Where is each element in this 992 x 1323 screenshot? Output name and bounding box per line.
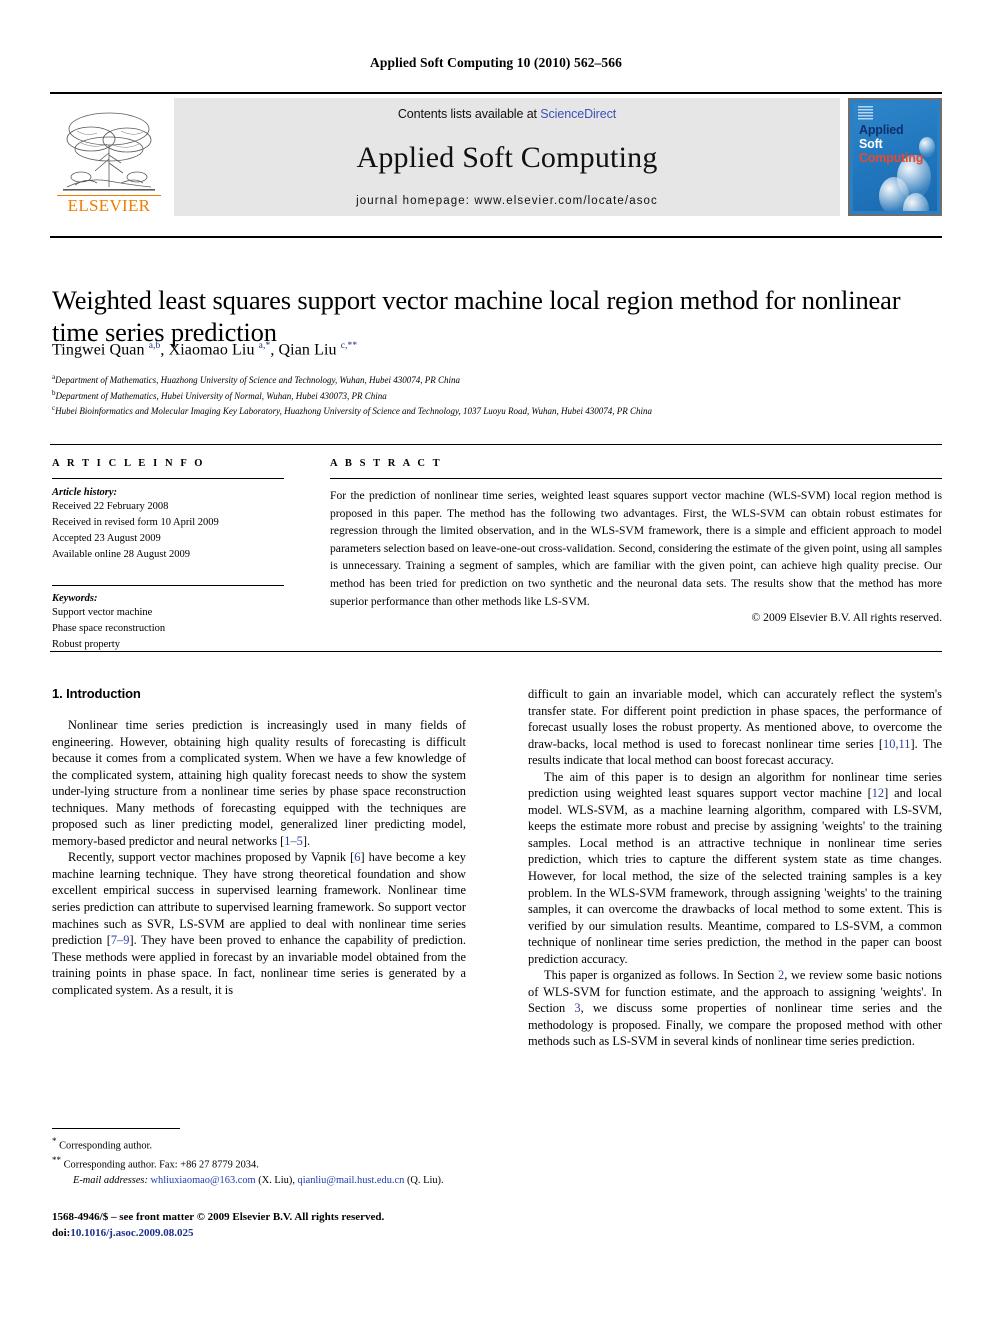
- keywords-rule: [52, 584, 284, 586]
- affiliation-text: Hubei Bioinformatics and Molecular Imagi…: [55, 406, 652, 417]
- abstract-rule: [330, 478, 942, 479]
- section-link[interactable]: 3: [574, 1001, 580, 1015]
- footnote-mark: *: [52, 1136, 57, 1146]
- running-head: Applied Soft Computing 10 (2010) 562–566: [370, 55, 622, 70]
- citation-link[interactable]: 1–5: [284, 834, 303, 848]
- elsevier-tree-icon: [61, 109, 157, 195]
- article-history-label: Article history:: [52, 487, 118, 498]
- footnote-rule: [52, 1128, 180, 1129]
- journal-masthead: Contents lists available at ScienceDirec…: [174, 98, 840, 216]
- sciencedirect-link[interactable]: ScienceDirect: [540, 107, 616, 121]
- article-history-item: Received in revised form 10 April 2009: [52, 516, 219, 528]
- cover-bubble-decoration: [903, 193, 929, 211]
- info-block-top-rule: [50, 444, 942, 445]
- body-paragraph: Nonlinear time series prediction is incr…: [52, 718, 466, 848]
- info-block-bottom-rule: [50, 651, 942, 652]
- article-info-rule: [52, 478, 284, 479]
- affiliation-item: aDepartment of Mathematics, Huazhong Uni…: [52, 372, 942, 388]
- body-paragraph: This paper is organized as follows. In S…: [528, 968, 942, 1049]
- affiliation-text: Department of Mathematics, Huazhong Univ…: [55, 375, 460, 385]
- elsevier-wordmark: ELSEVIER: [57, 195, 161, 214]
- journal-header-band: ELSEVIER Contents lists available at Sci…: [50, 92, 942, 216]
- email-link-2[interactable]: qianliu@mail.hust.edu.cn: [298, 1175, 405, 1186]
- article-info-heading: A R T I C L E I N F O: [52, 458, 206, 469]
- email-label: E-mail addresses:: [73, 1175, 148, 1187]
- affiliation-item: bDepartment of Mathematics, Hubei Univer…: [52, 388, 942, 404]
- elsevier-mark-icon: [858, 106, 873, 120]
- article-info-column: A R T I C L E I N F O Article history: R…: [52, 458, 284, 653]
- doi-link[interactable]: 10.1016/j.asoc.2009.08.025: [70, 1227, 193, 1239]
- article-history-item: Accepted 23 August 2009: [52, 532, 161, 544]
- body-column-right: difficult to gain an invariable model, w…: [528, 686, 942, 1050]
- footnote-mark: **: [52, 1155, 61, 1166]
- affiliation-text: Department of Mathematics, Hubei Univers…: [55, 390, 387, 401]
- email-link-1[interactable]: whliuxiaomao@163.com: [151, 1175, 256, 1186]
- author-list: Tingwei Quan a,b, Xiaomao Liu a,*, Qian …: [52, 341, 358, 359]
- footnote-corresponding-author-1: * Corresponding author.: [52, 1135, 466, 1154]
- cover-word-computing: Computing: [859, 151, 924, 165]
- elsevier-logo: ELSEVIER: [50, 98, 168, 216]
- cover-word-soft: Soft: [859, 137, 883, 151]
- journal-cover-thumbnail: Applied Soft Computing: [848, 98, 942, 216]
- body-paragraph: difficult to gain an invariable model, w…: [528, 687, 942, 768]
- section-heading-introduction: 1. Introduction: [52, 686, 141, 701]
- contents-prefix: Contents lists available at: [397, 107, 541, 121]
- citation-link[interactable]: 6: [354, 850, 360, 864]
- doi-line: doi:10.1016/j.asoc.2009.08.025: [52, 1226, 482, 1242]
- abstract-column: A B S T R A C T For the prediction of no…: [330, 458, 942, 624]
- keywords-label: Keywords:: [52, 592, 98, 604]
- body-paragraph: The aim of this paper is to design an al…: [528, 769, 942, 966]
- cover-word-applied: Applied: [859, 123, 904, 137]
- affiliation-list: aDepartment of Mathematics, Huazhong Uni…: [52, 372, 942, 419]
- journal-homepage-link[interactable]: journal homepage: www.elsevier.com/locat…: [356, 195, 658, 207]
- contents-available-line: Contents lists available at ScienceDirec…: [398, 107, 616, 121]
- email-person-1: (X. Liu): [258, 1175, 293, 1187]
- footnote-corresponding-author-2: ** Corresponding author. Fax: +86 27 877…: [52, 1154, 466, 1173]
- keyword-item: Phase space reconstruction: [52, 622, 166, 634]
- email-person-2: (Q. Liu).: [406, 1175, 444, 1187]
- footnote-block: * Corresponding author. ** Corresponding…: [52, 1128, 466, 1189]
- footnote-text: Corresponding author. Fax: +86 27 8779 2…: [63, 1159, 259, 1171]
- article-history-item: Received 22 February 2008: [52, 501, 169, 512]
- imprint-line: 1568-4946/$ – see front matter © 2009 El…: [52, 1211, 385, 1223]
- abstract-text: For the prediction of nonlinear time ser…: [330, 489, 942, 608]
- paper-page: Applied Soft Computing 10 (2010) 562–566: [0, 0, 992, 1323]
- citation-link[interactable]: 7–9: [111, 933, 130, 947]
- imprint-block: 1568-4946/$ – see front matter © 2009 El…: [52, 1210, 482, 1241]
- affiliation-item: cHubei Bioinformatics and Molecular Imag…: [52, 403, 942, 419]
- abstract-heading: A B S T R A C T: [330, 458, 443, 469]
- citation-link[interactable]: 10,11: [883, 737, 910, 751]
- body-paragraph: Recently, support vector machines propos…: [52, 850, 466, 997]
- keyword-item: Support vector machine: [52, 606, 153, 618]
- abstract-copyright: © 2009 Elsevier B.V. All rights reserved…: [751, 611, 942, 625]
- footnote-text: Corresponding author.: [59, 1140, 153, 1152]
- footnote-emails: E-mail addresses: whliuxiaomao@163.com (…: [73, 1175, 444, 1187]
- section-link[interactable]: 2: [778, 968, 784, 982]
- page-title: Weighted least squares support vector ma…: [52, 284, 901, 348]
- doi-label: doi:: [52, 1226, 71, 1239]
- header-bottom-rule: [50, 236, 942, 238]
- citation-link[interactable]: 12: [872, 786, 884, 800]
- journal-title: Applied Soft Computing: [356, 141, 658, 174]
- body-column-left: 1. Introduction Nonlinear time series pr…: [52, 686, 466, 998]
- article-history-item: Available online 28 August 2009: [52, 548, 191, 560]
- keywords-section: Keywords: Support vector machine Phase s…: [52, 584, 284, 653]
